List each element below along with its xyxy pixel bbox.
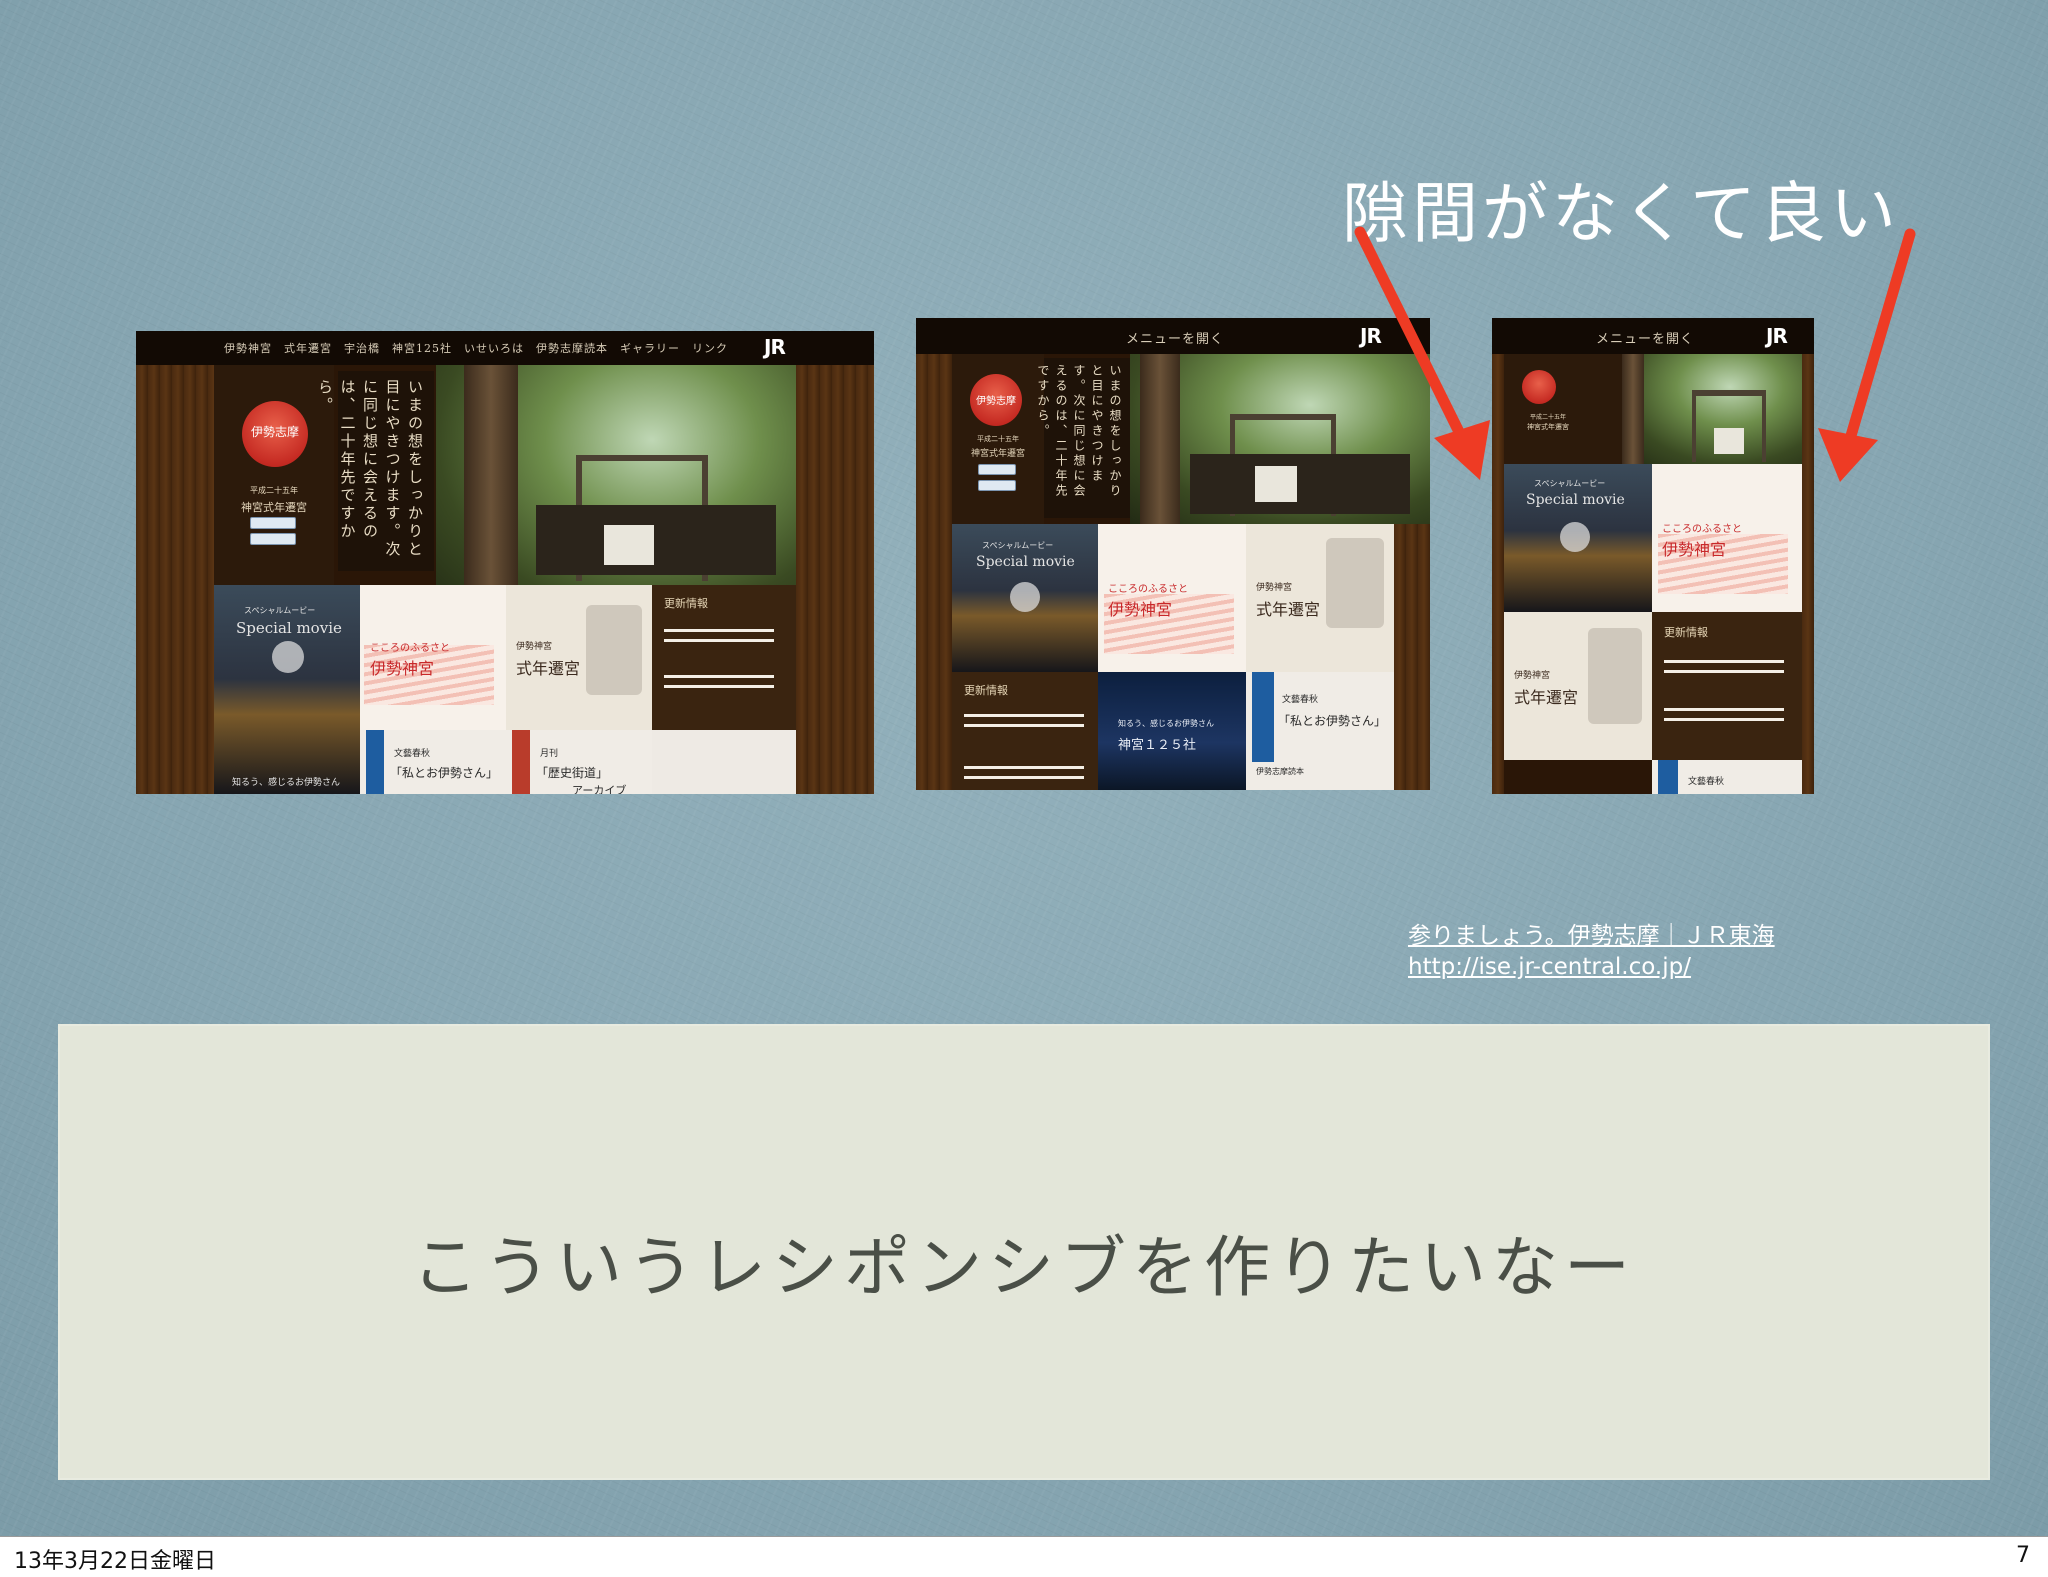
slide: 隙間がなくて良い 伊勢神宮 式年遷宮 宇治橋 神宮125社 いせいろは 伊勢志摩… bbox=[0, 0, 2048, 1536]
caption-text: こういうレシポンシブを作りたいなー bbox=[412, 1229, 1636, 1306]
credit-url-link[interactable]: http://ise.jr-central.co.jp/ bbox=[1408, 954, 1691, 980]
credit-title-link[interactable]: 参りましょう。伊勢志摩｜ＪＲ東海 bbox=[1408, 916, 1775, 950]
footer-bar: 13年3月22日金曜日 7 bbox=[0, 1536, 2048, 1577]
footer-date: 13年3月22日金曜日 bbox=[14, 1549, 216, 1574]
arrow-right bbox=[1818, 228, 1916, 482]
caption-box: こういうレシポンシブを作りたいなー bbox=[58, 1024, 1990, 1480]
arrow-left bbox=[1354, 226, 1490, 480]
footer-page-number: 7 bbox=[2016, 1543, 2030, 1568]
